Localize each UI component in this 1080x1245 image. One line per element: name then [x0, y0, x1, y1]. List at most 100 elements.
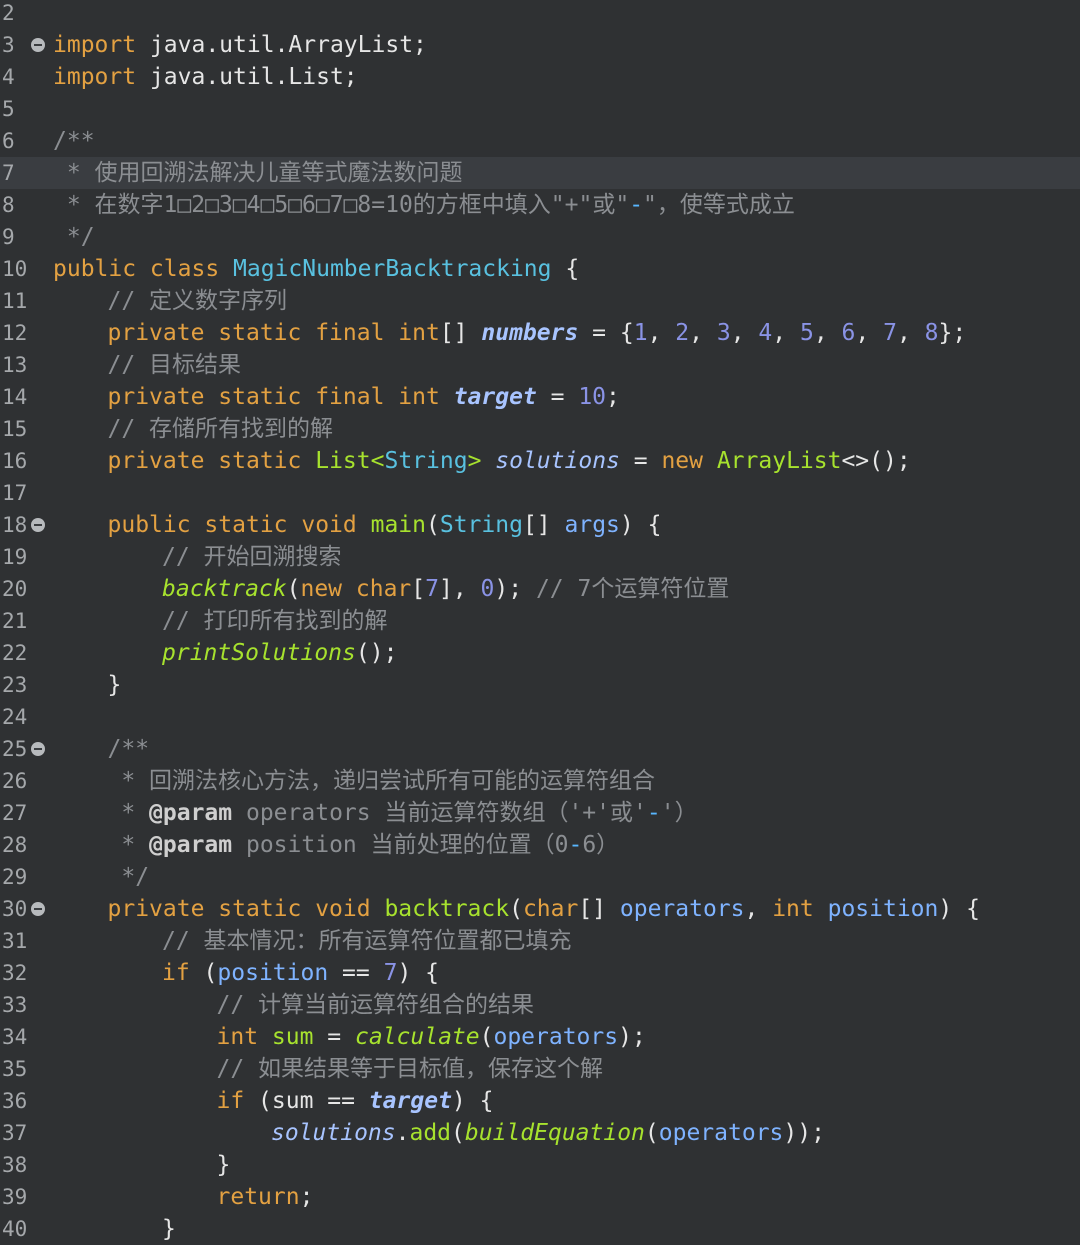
code-line[interactable]: 34 int sum = calculate(operators); — [0, 1021, 1080, 1053]
code-line[interactable]: 40} — [0, 1213, 1080, 1245]
line-number: 6 — [2, 129, 15, 153]
code-text: solutions.add(buildEquation(operators)); — [271, 1117, 825, 1149]
code-line[interactable]: 32 if (position == 7) { — [0, 957, 1080, 989]
code-token: position — [217, 960, 329, 986]
code-text: // 计算当前运算符组合的结果 — [217, 989, 535, 1021]
code-line[interactable]: 38} — [0, 1149, 1080, 1181]
code-line[interactable]: 3 import java.util.ArrayList; — [0, 29, 1080, 61]
code-line[interactable]: 16 private static List<String> solutions … — [0, 445, 1080, 477]
code-token: if — [162, 960, 204, 986]
code-token: ) { — [938, 896, 980, 922]
code-editor[interactable]: 2 3 import java.util.ArrayList; 4 import jav… — [0, 0, 1080, 1242]
code-token: [] — [578, 896, 620, 922]
fold-collapse-icon[interactable] — [31, 902, 45, 916]
code-line[interactable]: 26 * 回溯法核心方法，递归尝试所有可能的运算符组合 — [0, 765, 1080, 797]
code-line[interactable]: 36 if (sum == target) { — [0, 1085, 1080, 1117]
code-token: = — [313, 1024, 355, 1050]
code-token: = — [536, 384, 579, 410]
code-token: * 在数字1□2□3□4□5□6□7□8=10的方框中填入"+"或" — [53, 192, 630, 218]
code-line[interactable]: 39 return; — [0, 1181, 1080, 1213]
code-token: // 定义数字序列 — [107, 288, 288, 314]
code-line[interactable]: 5 — [0, 93, 1080, 125]
code-token: 10 — [578, 384, 607, 410]
fold-collapse-icon[interactable] — [31, 518, 45, 532]
line-number: 12 — [2, 321, 28, 345]
code-line[interactable]: 12 private static final int[] numbers = {… — [0, 317, 1080, 349]
code-line[interactable]: 2 — [0, 0, 1080, 29]
code-line[interactable]: 18 public static void main(String[] args)… — [0, 509, 1080, 541]
code-token: '） — [660, 800, 698, 826]
code-token: List< — [315, 448, 385, 474]
code-line[interactable]: 15 // 存储所有找到的解 — [0, 413, 1080, 445]
code-line[interactable]: 30 private static void backtrack(char[] o… — [0, 893, 1080, 925]
code-line[interactable]: 29 */ — [0, 861, 1080, 893]
code-line[interactable]: 21 // 打印所有找到的解 — [0, 605, 1080, 637]
line-number: 11 — [2, 289, 28, 313]
code-line[interactable]: 20 backtrack(new char[7], 0); // 7个运算符位置 — [0, 573, 1080, 605]
code-text: if (position == 7) { — [162, 957, 439, 989]
code-token: position — [827, 896, 939, 922]
code-line[interactable]: 6 /** — [0, 125, 1080, 157]
code-token: printSolutions — [162, 640, 356, 666]
code-token: 2 — [675, 320, 690, 346]
code-token: ) { — [619, 512, 662, 538]
code-line[interactable]: 7 * 使用回溯法解决儿童等式魔法数问题 — [0, 157, 1080, 189]
code-token: , — [855, 320, 884, 346]
code-token: add — [409, 1120, 452, 1146]
code-token: )); — [783, 1120, 825, 1146]
line-number: 9 — [2, 225, 15, 249]
code-token: calculate — [354, 1024, 480, 1050]
code-token: * 回溯法核心方法，递归尝试所有可能的运算符组合 — [107, 768, 656, 794]
code-line[interactable]: 11 // 定义数字序列 — [0, 285, 1080, 317]
code-token: ; — [606, 384, 620, 410]
code-token: // 目标结果 — [107, 352, 242, 378]
line-number: 3 — [2, 33, 15, 57]
code-token: * — [107, 832, 150, 858]
code-line[interactable]: 22 printSolutions(); — [0, 637, 1080, 669]
code-token: (); — [355, 640, 398, 666]
line-number: 30 — [2, 897, 28, 921]
code-line[interactable]: 13 // 目标结果 — [0, 349, 1080, 381]
code-token: = { — [578, 320, 634, 346]
code-text: public class MagicNumberBacktracking { — [53, 253, 579, 285]
code-token: main — [370, 512, 426, 538]
code-line[interactable]: 10 public class MagicNumberBacktracking { — [0, 253, 1080, 285]
code-line[interactable]: 14 private static final int target = 10; — [0, 381, 1080, 413]
code-line[interactable]: 33 // 计算当前运算符组合的结果 — [0, 989, 1080, 1021]
code-token: operators — [658, 1120, 784, 1146]
code-token: char — [522, 896, 579, 922]
code-text: if (sum == target) { — [217, 1085, 494, 1117]
code-line[interactable]: 25 /** — [0, 733, 1080, 765]
code-token: * — [107, 800, 150, 826]
code-line[interactable]: 24 — [0, 701, 1080, 733]
code-token: position 当前处理的位置（0 — [232, 832, 569, 858]
line-number: 40 — [2, 1217, 28, 1241]
code-token: } — [216, 1152, 231, 1178]
code-line[interactable]: 23} — [0, 669, 1080, 701]
fold-collapse-icon[interactable] — [31, 38, 45, 52]
code-token: 6 — [841, 320, 856, 346]
code-token: numbers — [481, 320, 579, 346]
code-token: ArrayList — [716, 448, 842, 474]
code-line[interactable]: 35 // 如果结果等于目标值，保存这个解 — [0, 1053, 1080, 1085]
line-number: 28 — [2, 833, 28, 857]
code-token: // 基本情况：所有运算符位置都已填充 — [162, 928, 572, 954]
code-token: 0 — [480, 576, 495, 602]
code-line[interactable]: 27 * @param operators 当前运算符数组（'+'或'-'） — [0, 797, 1080, 829]
fold-collapse-icon[interactable] — [31, 742, 45, 756]
code-line[interactable]: 9 */ — [0, 221, 1080, 253]
code-line[interactable]: 4 import java.util.List; — [0, 61, 1080, 93]
code-text: * @param operators 当前运算符数组（'+'或'-'） — [107, 797, 698, 829]
code-line[interactable]: 8 * 在数字1□2□3□4□5□6□7□8=10的方框中填入"+"或"-"，使… — [0, 189, 1080, 221]
code-text: private static List<String> solutions = … — [108, 445, 911, 477]
code-line[interactable]: 31 // 基本情况：所有运算符位置都已填充 — [0, 925, 1080, 957]
code-token: ( — [286, 576, 301, 602]
code-token: new — [300, 576, 356, 602]
code-line[interactable]: 17 — [0, 477, 1080, 509]
line-number: 39 — [2, 1185, 28, 1209]
code-line[interactable]: 37 solutions.add(buildEquation(operators)… — [0, 1117, 1080, 1149]
code-line[interactable]: 19 // 开始回溯搜索 — [0, 541, 1080, 573]
code-token: private static final int — [107, 384, 454, 410]
code-text: } — [108, 669, 122, 701]
code-line[interactable]: 28 * @param position 当前处理的位置（0-6） — [0, 829, 1080, 861]
